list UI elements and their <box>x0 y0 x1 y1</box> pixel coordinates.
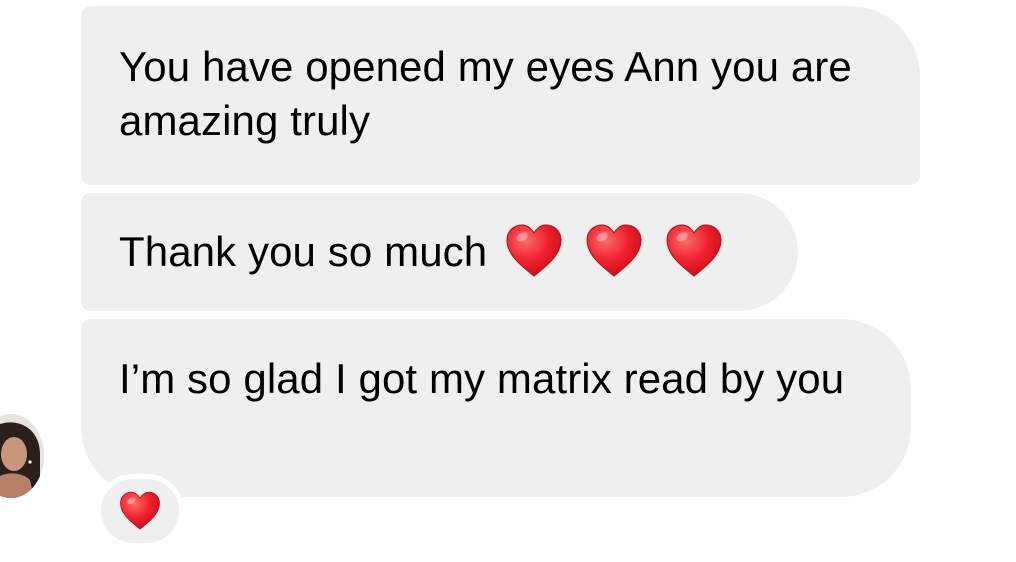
profile-photo-icon <box>0 414 44 498</box>
red-heart-icon <box>506 224 562 277</box>
red-heart-icon <box>120 491 160 530</box>
message-text: I’m so glad I got my matrix read by you <box>119 355 845 402</box>
message-bubble-1[interactable]: You have opened my eyes Ann you are amaz… <box>81 6 920 185</box>
message-bubble-2[interactable]: Thank you so much <box>81 193 798 311</box>
message-bubble-3[interactable]: I’m so glad I got my matrix read by you <box>81 319 911 497</box>
red-heart-icon <box>666 224 722 277</box>
message-text: Thank you so much <box>119 228 488 275</box>
message-text: You have opened my eyes Ann you are amaz… <box>119 43 852 144</box>
avatar[interactable] <box>0 414 44 498</box>
red-heart-icon <box>586 224 642 277</box>
reaction-badge[interactable] <box>96 474 184 548</box>
